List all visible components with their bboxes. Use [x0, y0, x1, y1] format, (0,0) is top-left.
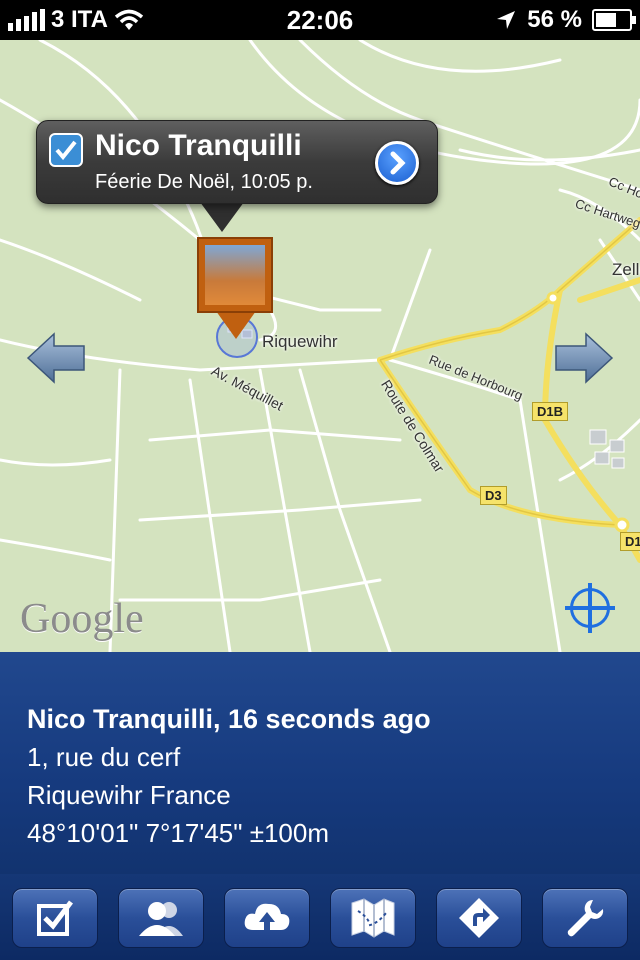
callout-tail — [200, 202, 244, 232]
google-attribution: Google — [20, 596, 144, 642]
map-view[interactable]: Riquewihr Av. Méquillet Rue de Horbourg … — [0, 40, 640, 652]
callout-title: Nico Tranquilli — [95, 129, 302, 162]
chevron-right-icon — [390, 151, 406, 175]
map-label-zelle: Zelle — [612, 260, 640, 279]
directions-icon — [459, 898, 499, 938]
status-right: 56 % — [495, 6, 636, 34]
current-location-icon[interactable] — [565, 583, 615, 633]
tab-directions[interactable] — [436, 888, 522, 948]
previous-arrow-icon[interactable] — [26, 330, 86, 386]
location-arrow-icon — [497, 11, 516, 29]
detail-disclosure-button[interactable] — [375, 141, 419, 185]
callout-subtitle: Féerie De Noël, 10:05 p. — [95, 171, 313, 193]
tab-upload[interactable] — [224, 888, 310, 948]
battery-fill — [596, 13, 617, 27]
tab-bar — [0, 874, 640, 960]
annotation-callout[interactable]: Nico Tranquilli Féerie De Noël, 10:05 p. — [36, 120, 438, 204]
upload-cloud-icon — [244, 903, 290, 930]
info-address: 1, rue du cerf — [27, 742, 181, 772]
tab-settings[interactable] — [542, 888, 628, 948]
status-bar: 3 ITA 22:06 56 % — [0, 0, 640, 40]
battery-percent: 56 % — [527, 6, 582, 33]
foursquare-checkin-icon — [49, 133, 83, 167]
checkin-icon — [37, 900, 73, 936]
tab-friends[interactable] — [118, 888, 204, 948]
next-arrow-icon[interactable] — [554, 330, 614, 386]
avatar — [205, 245, 265, 305]
battery-icon — [592, 9, 636, 31]
info-city: Riquewihr France — [27, 780, 231, 810]
info-coordinates: 48°10'01" 7°17'45" ±100m — [27, 818, 329, 848]
road-shield-d3: D3 — [480, 486, 507, 505]
friends-icon — [139, 902, 183, 936]
tab-map[interactable] — [330, 888, 416, 948]
road-shield-d1b: D1B — [532, 402, 569, 421]
info-panel: Nico Tranquilli, 16 seconds ago 1, rue d… — [0, 652, 640, 874]
tab-checkin[interactable] — [12, 888, 98, 948]
info-title: Nico Tranquilli, 16 seconds ago — [27, 704, 431, 734]
user-pin[interactable] — [197, 237, 273, 313]
settings-wrench-icon — [567, 900, 604, 937]
map-label-riquewihr: Riquewihr — [262, 332, 338, 351]
map-icon — [351, 898, 395, 938]
road-shield-d1: D1 — [620, 532, 640, 551]
pin-pointer — [216, 311, 256, 339]
